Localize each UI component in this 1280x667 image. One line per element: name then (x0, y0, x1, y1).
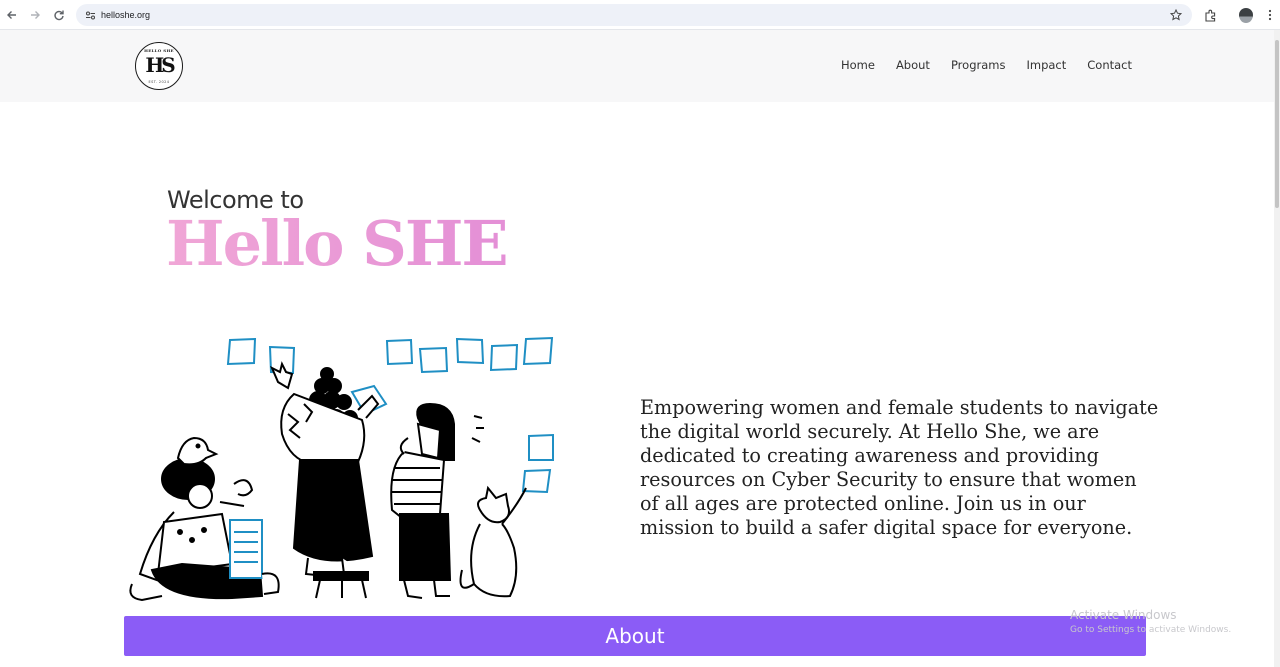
about-section-label: About (605, 624, 665, 648)
sticky-note (528, 433, 554, 461)
reload-icon[interactable] (49, 5, 69, 25)
main-nav: Home About Programs Impact Contact (820, 58, 1132, 72)
logo-monogram: HS (145, 53, 175, 77)
browser-toolbar: helloshe.org (0, 0, 1280, 30)
person-striped-shirt (390, 402, 484, 599)
back-arrow-icon[interactable] (2, 5, 22, 25)
sticky-note (418, 346, 449, 374)
bookmark-star-icon[interactable] (1168, 7, 1184, 23)
site-settings-icon[interactable] (83, 8, 97, 22)
extensions-icon[interactable] (1200, 5, 1220, 25)
forward-arrow-icon[interactable] (25, 5, 45, 25)
cat (459, 485, 527, 598)
hero-title: Hello SHE (166, 207, 509, 280)
hero-tagline: Empowering women and female students to … (640, 396, 1159, 540)
nav-impact[interactable]: Impact (1026, 58, 1066, 72)
profile-avatar-icon[interactable] (1236, 5, 1256, 25)
more-menu-icon[interactable] (1260, 5, 1280, 25)
url-text[interactable]: helloshe.org (101, 8, 150, 22)
logo-bottom-text: EST. 2024 (148, 80, 170, 84)
address-bar[interactable]: helloshe.org (76, 4, 1192, 26)
page-scrollbar[interactable] (1274, 30, 1280, 667)
nav-contact[interactable]: Contact (1087, 58, 1132, 72)
windows-activation-watermark: Activate Windows Go to Settings to activ… (1070, 607, 1231, 637)
nav-programs[interactable]: Programs (951, 58, 1006, 72)
sticky-notes (226, 336, 554, 494)
sticky-note (489, 343, 519, 372)
sticky-note (522, 336, 554, 366)
hero-illustration (129, 336, 554, 602)
bird (176, 436, 219, 466)
sticky-note (385, 338, 414, 366)
site-header: HELLO SHE HS EST. 2024 Home About Progra… (0, 30, 1274, 102)
about-section-button[interactable]: About (124, 616, 1146, 656)
watermark-line-2: Go to Settings to activate Windows. (1070, 625, 1232, 635)
sticky-note (226, 337, 257, 366)
sticky-note (521, 468, 552, 494)
site-logo[interactable]: HELLO SHE HS EST. 2024 (135, 42, 183, 90)
sticky-note (455, 337, 485, 365)
watermark-line-1: Activate Windows (1070, 608, 1177, 622)
nav-about[interactable]: About (896, 58, 930, 72)
person-sitting (129, 442, 280, 602)
scrollbar-thumb[interactable] (1275, 40, 1279, 208)
nav-home[interactable]: Home (841, 58, 875, 72)
